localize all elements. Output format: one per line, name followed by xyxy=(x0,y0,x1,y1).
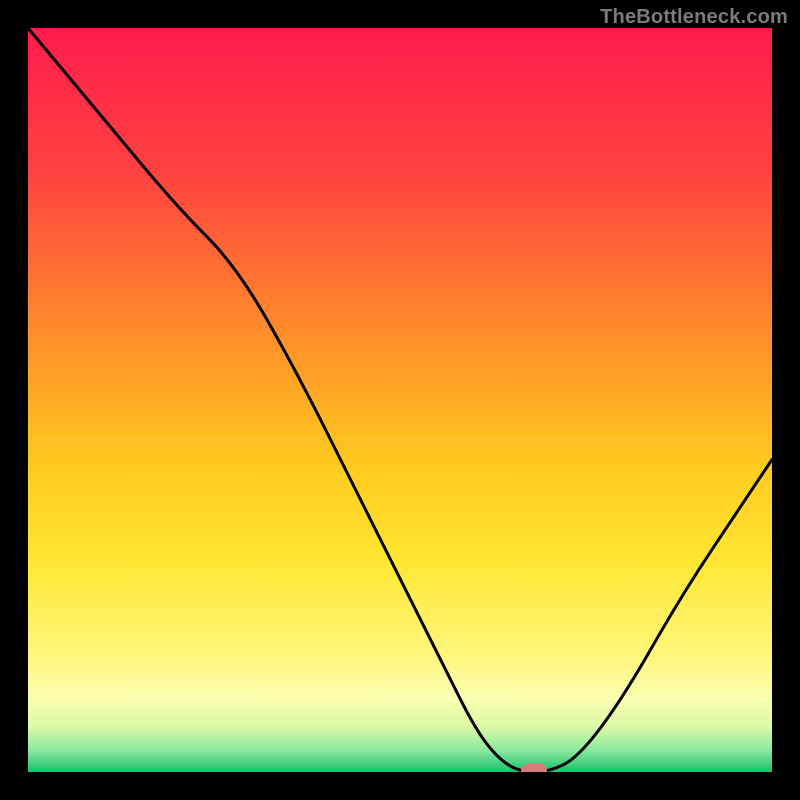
watermark-text: TheBottleneck.com xyxy=(600,6,788,29)
plot-area xyxy=(28,28,772,772)
chart-frame: TheBottleneck.com xyxy=(0,0,800,800)
gradient-background xyxy=(28,28,772,772)
chart-svg xyxy=(28,28,772,772)
optimal-point-marker xyxy=(521,764,547,772)
